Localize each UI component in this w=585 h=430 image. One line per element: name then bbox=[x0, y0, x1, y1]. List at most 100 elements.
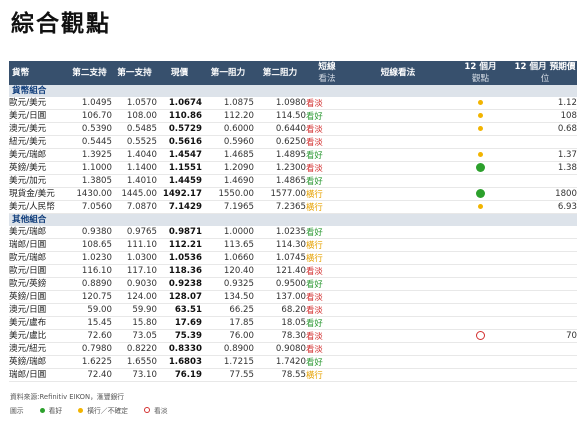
currency-pair: 美元/人民幣 bbox=[9, 200, 67, 214]
header-resistance-1: 第一阻力 bbox=[210, 68, 246, 78]
legend-item-text: 看淡 bbox=[153, 407, 168, 415]
12m-view-indicator bbox=[448, 187, 513, 201]
short-term-view: 看淡 bbox=[306, 122, 348, 136]
currency-pair: 澳元/美元 bbox=[9, 122, 67, 136]
12m-target-price bbox=[513, 342, 577, 356]
spot-price: 1.6803 bbox=[157, 355, 202, 369]
support-2: 1.1000 bbox=[67, 161, 112, 175]
spot-price: 0.8330 bbox=[157, 342, 202, 356]
resistance-2: 0.9080 bbox=[254, 342, 306, 356]
support-2: 1.3805 bbox=[67, 174, 112, 188]
currency-pair: 瑞郎/日圓 bbox=[9, 238, 67, 252]
table-row: 美元/日圓 106.70 108.00 110.86 112.20 114.50 看好 108 bbox=[9, 109, 577, 123]
support-1: 108.00 bbox=[112, 109, 157, 123]
currency-pair: 歐元/日圓 bbox=[9, 264, 67, 278]
short-term-comment bbox=[348, 290, 448, 304]
short-term-view: 看淡 bbox=[306, 329, 348, 343]
spot-price: 118.36 bbox=[157, 264, 202, 278]
yellow-dot-icon bbox=[478, 100, 483, 105]
green-dot-icon bbox=[476, 163, 485, 172]
12m-view-indicator bbox=[448, 148, 513, 162]
resistance-2: 7.2365 bbox=[254, 200, 306, 214]
table-row: 英鎊/日圓 120.75 124.00 128.07 134.50 137.00 看淡 bbox=[9, 290, 577, 304]
header-short-view: 短線 看法 bbox=[306, 61, 348, 85]
currency-pair: 美元/盧比 bbox=[9, 329, 67, 343]
support-2: 0.5445 bbox=[67, 135, 112, 149]
12m-view-indicator bbox=[448, 122, 513, 136]
table-row: 歐元/美元 1.0495 1.0570 1.0674 1.0875 1.0980 看淡 1.1… bbox=[9, 97, 577, 110]
resistance-1: 0.5960 bbox=[202, 135, 254, 149]
12m-view-indicator bbox=[448, 342, 513, 356]
yellow-dot-icon bbox=[478, 204, 483, 209]
section-header: 其他組合 bbox=[9, 213, 577, 226]
legend-label: 圖示 bbox=[10, 407, 24, 415]
header-12m-target-line1: 12 個月 預期價 bbox=[514, 62, 576, 72]
short-term-view: 看好 bbox=[306, 355, 348, 369]
resistance-2: 1.4865 bbox=[254, 174, 306, 188]
12m-target-price: 1.37 bbox=[513, 148, 577, 162]
currency-pair: 英鎊/瑞郎 bbox=[9, 355, 67, 369]
header-pair: 貨幣 bbox=[12, 68, 30, 78]
support-2: 72.60 bbox=[67, 329, 112, 343]
support-1: 1.4040 bbox=[112, 148, 157, 162]
support-1: 0.5525 bbox=[112, 135, 157, 149]
support-2: 116.10 bbox=[67, 264, 112, 278]
12m-view-indicator bbox=[448, 135, 513, 149]
resistance-2: 1.4895 bbox=[254, 148, 306, 162]
red-circle-icon bbox=[476, 331, 485, 340]
table-header: 貨幣 第二支持 第一支持 現價 第一阻力 第二阻力 短線 看法 短線看法 12 … bbox=[9, 61, 577, 85]
support-1: 73.05 bbox=[112, 329, 157, 343]
table-row: 歐元/瑞郎 1.0230 1.0300 1.0536 1.0660 1.0745 橫行 bbox=[9, 251, 577, 265]
support-2: 1.0230 bbox=[67, 251, 112, 265]
resistance-2: 0.6440 bbox=[254, 122, 306, 136]
support-1: 0.9030 bbox=[112, 277, 157, 291]
yellow-dot-icon bbox=[478, 126, 483, 131]
source-note: 資料來源:Refinitiv EIKON，滙豐銀行 bbox=[10, 393, 125, 401]
currency-pair: 現貨金/美元 bbox=[9, 187, 67, 201]
support-2: 1.6225 bbox=[67, 355, 112, 369]
header-support-2: 第二支持 bbox=[72, 68, 107, 78]
support-1: 1.0570 bbox=[112, 97, 157, 110]
resistance-2: 1.0235 bbox=[254, 226, 306, 239]
support-2: 1.3925 bbox=[67, 148, 112, 162]
short-term-view: 看淡 bbox=[306, 135, 348, 149]
resistance-2: 1.0745 bbox=[254, 251, 306, 265]
resistance-1: 120.40 bbox=[202, 264, 254, 278]
header-12m-view: 12 個月 觀點 bbox=[448, 61, 513, 85]
support-2: 0.5390 bbox=[67, 122, 112, 136]
section-title: 其他組合 bbox=[9, 213, 577, 226]
support-2: 1430.00 bbox=[67, 187, 112, 201]
resistance-1: 76.00 bbox=[202, 329, 254, 343]
resistance-1: 1.7215 bbox=[202, 355, 254, 369]
resistance-1: 1.4690 bbox=[202, 174, 254, 188]
legend-item-text: 看好 bbox=[48, 407, 63, 415]
spot-price: 1.4547 bbox=[157, 148, 202, 162]
support-1: 59.90 bbox=[112, 303, 157, 317]
currency-pair: 歐元/美元 bbox=[9, 97, 67, 110]
header-short-view-line2: 看法 bbox=[318, 74, 336, 84]
green-dot-icon bbox=[476, 189, 485, 198]
short-term-comment bbox=[348, 109, 448, 123]
12m-target-price bbox=[513, 277, 577, 291]
support-2: 0.8890 bbox=[67, 277, 112, 291]
resistance-2: 1577.00 bbox=[254, 187, 306, 201]
support-1: 1.4010 bbox=[112, 174, 157, 188]
spot-price: 0.9238 bbox=[157, 277, 202, 291]
12m-view-indicator bbox=[448, 238, 513, 252]
short-term-view: 看淡 bbox=[306, 342, 348, 356]
table-row: 瑞郎/日圓 72.40 73.10 76.19 77.55 78.55 橫行 bbox=[9, 368, 577, 382]
resistance-1: 77.55 bbox=[202, 368, 254, 382]
12m-view-indicator bbox=[448, 264, 513, 278]
support-2: 59.00 bbox=[67, 303, 112, 317]
spot-price: 1.0536 bbox=[157, 251, 202, 265]
short-term-comment bbox=[348, 161, 448, 175]
12m-view-indicator bbox=[448, 329, 513, 343]
table-row: 澳元/紐元 0.7980 0.8220 0.8330 0.8900 0.9080 看淡 bbox=[9, 342, 577, 356]
currency-pair: 美元/瑞郎 bbox=[9, 226, 67, 239]
spot-price: 1.0674 bbox=[157, 97, 202, 110]
support-2: 7.0560 bbox=[67, 200, 112, 214]
resistance-2: 1.0980 bbox=[254, 97, 306, 110]
support-1: 1.6550 bbox=[112, 355, 157, 369]
legend-item-bullish: 看好 bbox=[39, 405, 63, 415]
spot-price: 128.07 bbox=[157, 290, 202, 304]
